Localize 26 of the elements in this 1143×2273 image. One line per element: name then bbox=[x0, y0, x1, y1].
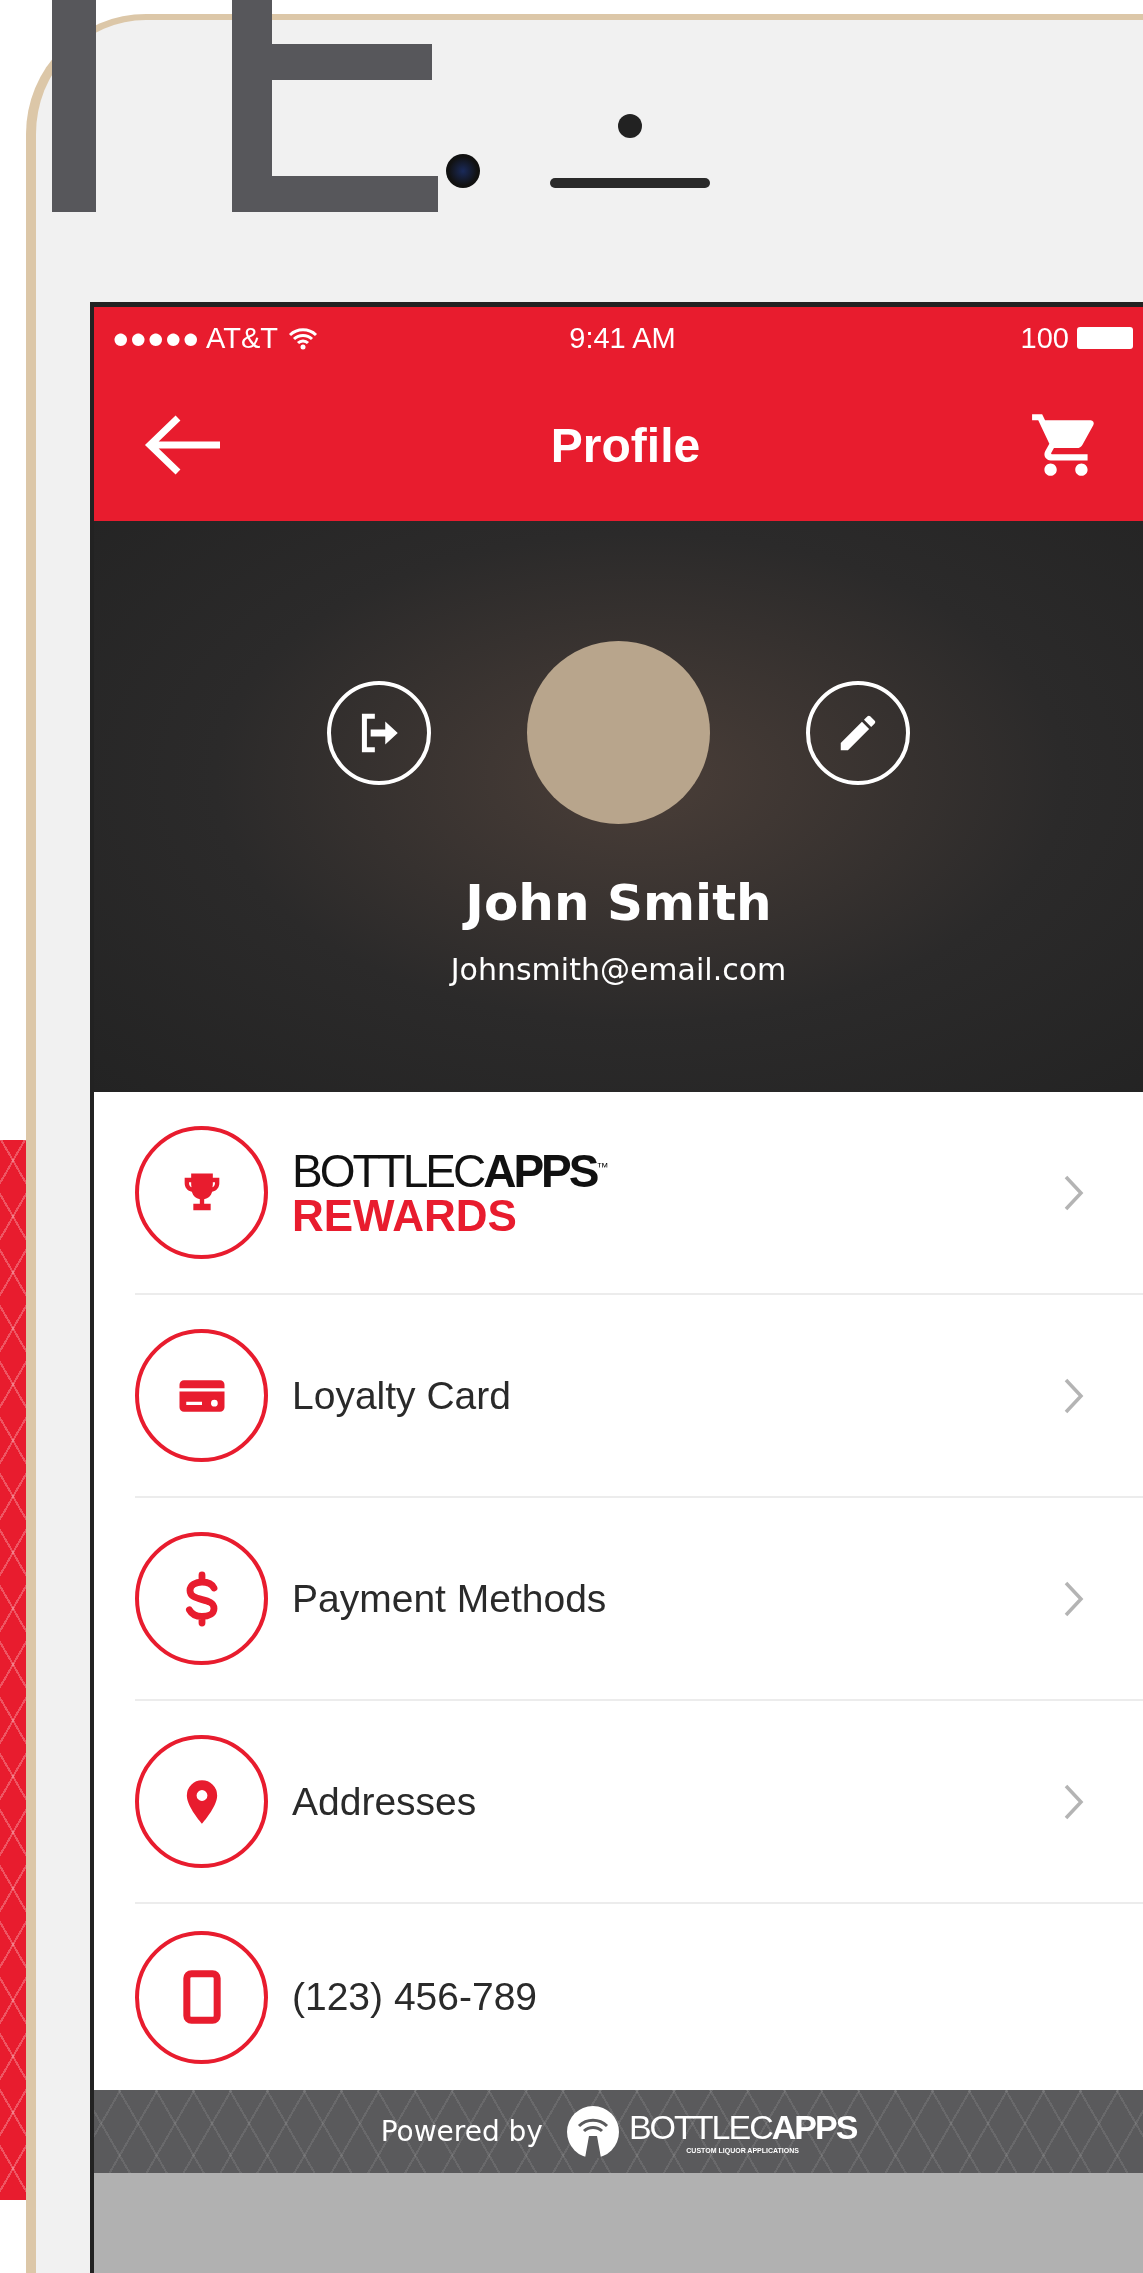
menu-label[interactable]: Addresses bbox=[292, 1779, 1063, 1824]
user-email: Johnsmith@email.com bbox=[450, 952, 787, 987]
page-title: Profile bbox=[549, 417, 702, 473]
sensor-icon bbox=[618, 114, 642, 138]
logout-button[interactable] bbox=[327, 680, 431, 785]
menu-label[interactable]: (123) 456-789 bbox=[292, 1975, 1085, 2019]
card-icon bbox=[135, 1329, 268, 1462]
speaker-icon bbox=[550, 178, 710, 188]
clock-label: 9:41 AM bbox=[569, 321, 676, 354]
trophy-icon bbox=[135, 1126, 268, 1259]
menu-label[interactable]: Loyalty Card bbox=[292, 1373, 1063, 1418]
phone-icon bbox=[135, 1930, 268, 2064]
bottle-cap-logo-icon bbox=[564, 2103, 621, 2160]
brand-logo: BOTTLECAPPS$^{™}$ bbox=[292, 1147, 609, 1194]
footer-brand: BOTTLECAPPS bbox=[628, 2109, 857, 2144]
dollar-icon bbox=[135, 1532, 268, 1665]
menu-label[interactable]: REWARDS bbox=[292, 1193, 517, 1238]
edit-button[interactable] bbox=[806, 680, 910, 785]
battery-label: 100 bbox=[1020, 321, 1069, 355]
location-pin-icon bbox=[135, 1735, 268, 1868]
carrier-label: ●●●●● AT&T bbox=[112, 321, 278, 355]
menu-label[interactable]: Payment Methods bbox=[292, 1576, 1063, 1621]
wifi-icon bbox=[288, 326, 318, 350]
battery-icon bbox=[1077, 327, 1133, 349]
powered-by-label: Powered by bbox=[380, 2115, 543, 2148]
camera-icon bbox=[446, 154, 480, 188]
